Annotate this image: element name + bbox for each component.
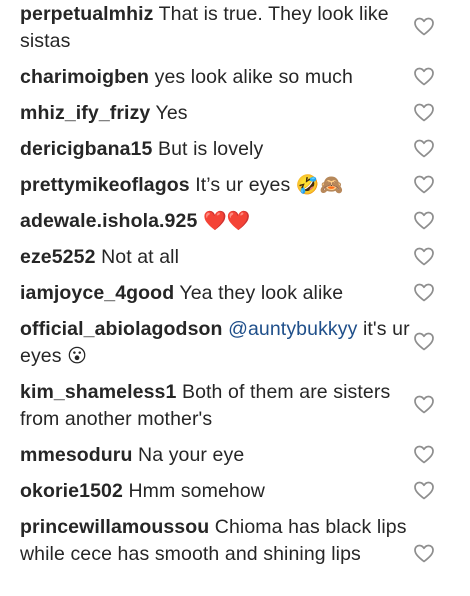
heart-outline-icon xyxy=(414,175,434,194)
comment-item: charimoigben yes look alike so much xyxy=(20,64,470,91)
comment-text: prettymikeoflagos It’s ur eyes 🤣🙈 xyxy=(20,172,415,199)
comment-username[interactable]: prettymikeoflagos xyxy=(20,174,190,196)
comment-item: prettymikeoflagos It’s ur eyes 🤣🙈 xyxy=(20,172,470,199)
comment-body: yes look alike so much xyxy=(154,66,353,88)
like-heart-button[interactable] xyxy=(412,100,436,124)
comment-username[interactable]: charimoigben xyxy=(20,66,149,88)
comment-item: dericigbana15 But is lovely xyxy=(20,136,470,163)
comment-list: perpetualmhiz That is true. They look li… xyxy=(0,0,470,596)
emoji-red-hearts-icon: ❤️❤️ xyxy=(202,210,251,232)
comment-item: adewale.ishola.925 ❤️❤️ xyxy=(20,208,470,235)
comment-body: Na your eye xyxy=(138,444,245,466)
comment-text: mhiz_ify_frizy Yes xyxy=(20,100,415,127)
comment-item: mhiz_ify_frizy Yes xyxy=(20,100,470,127)
heart-outline-icon xyxy=(414,247,434,266)
heart-outline-icon xyxy=(414,17,434,36)
comment-text: charimoigben yes look alike so much xyxy=(20,64,415,91)
comment-username[interactable]: adewale.ishola.925 xyxy=(20,210,197,232)
like-heart-button[interactable] xyxy=(412,14,436,38)
comment-text: iamjoyce_4good Yea they look alike xyxy=(20,280,415,307)
like-heart-button[interactable] xyxy=(412,392,436,416)
like-heart-button[interactable] xyxy=(412,329,436,353)
comment-body: Hmm somehow xyxy=(128,480,265,502)
heart-outline-icon xyxy=(414,445,434,464)
comment-body: It’s ur eyes xyxy=(195,174,296,196)
comment-item: iamjoyce_4good Yea they look alike xyxy=(20,280,470,307)
comment-username[interactable]: perpetualmhiz xyxy=(20,3,154,25)
heart-outline-icon xyxy=(414,103,434,122)
comment-text: perpetualmhiz That is true. They look li… xyxy=(20,1,415,55)
comment-text: official_abiolagodson @auntybukkyy it's … xyxy=(20,316,415,370)
comment-text: kim_shameless1 Both of them are sisters … xyxy=(20,379,415,433)
comment-text: eze5252 Not at all xyxy=(20,244,415,271)
comment-username[interactable]: kim_shameless1 xyxy=(20,381,176,403)
comment-username[interactable]: princewillamoussou xyxy=(20,516,209,538)
like-heart-button[interactable] xyxy=(412,244,436,268)
like-heart-button[interactable] xyxy=(412,172,436,196)
comment-body: Not at all xyxy=(101,246,180,268)
comment-item: perpetualmhiz That is true. They look li… xyxy=(20,1,470,55)
comment-text: okorie1502 Hmm somehow xyxy=(20,478,415,505)
heart-outline-icon xyxy=(414,544,434,563)
heart-outline-icon xyxy=(414,67,434,86)
comment-item: eze5252 Not at all xyxy=(20,244,470,271)
heart-outline-icon xyxy=(414,332,434,351)
comment-username[interactable]: iamjoyce_4good xyxy=(20,282,174,304)
comment-text: adewale.ishola.925 ❤️❤️ xyxy=(20,208,415,235)
like-heart-button[interactable] xyxy=(412,208,436,232)
like-heart-button[interactable] xyxy=(412,280,436,304)
comment-body: Yes xyxy=(155,102,188,124)
heart-outline-icon xyxy=(414,139,434,158)
mention-link[interactable]: @auntybukkyy xyxy=(228,318,357,340)
heart-outline-icon xyxy=(414,481,434,500)
comment-item: princewillamoussou Chioma has black lips… xyxy=(20,514,470,568)
like-heart-button[interactable] xyxy=(412,64,436,88)
comment-item: okorie1502 Hmm somehow xyxy=(20,478,470,505)
comment-text: mmesoduru Na your eye xyxy=(20,442,415,469)
comment-text: princewillamoussou Chioma has black lips… xyxy=(20,514,415,568)
comment-item: mmesoduru Na your eye xyxy=(20,442,470,469)
comment-username[interactable]: eze5252 xyxy=(20,246,96,268)
comment-body: But is lovely xyxy=(157,138,264,160)
comment-username[interactable]: mhiz_ify_frizy xyxy=(20,102,150,124)
comment-username[interactable]: dericigbana15 xyxy=(20,138,152,160)
comment-item: kim_shameless1 Both of them are sisters … xyxy=(20,379,470,433)
like-heart-button[interactable] xyxy=(412,442,436,466)
emoji-laughing-monkey-icon: 🤣🙈 xyxy=(295,174,344,196)
comment-item: official_abiolagodson @auntybukkyy it's … xyxy=(20,316,470,370)
heart-outline-icon xyxy=(414,283,434,302)
comment-username[interactable]: mmesoduru xyxy=(20,444,133,466)
heart-outline-icon xyxy=(414,211,434,230)
like-heart-button[interactable] xyxy=(412,478,436,502)
heart-outline-icon xyxy=(414,395,434,414)
comment-text: dericigbana15 But is lovely xyxy=(20,136,415,163)
comment-username[interactable]: okorie1502 xyxy=(20,480,123,502)
like-heart-button[interactable] xyxy=(412,136,436,160)
comment-username[interactable]: official_abiolagodson xyxy=(20,318,223,340)
comment-body: Yea they look alike xyxy=(179,282,344,304)
emoji-surprised-face-icon: 😮 xyxy=(67,345,88,367)
like-heart-button[interactable] xyxy=(412,541,436,565)
